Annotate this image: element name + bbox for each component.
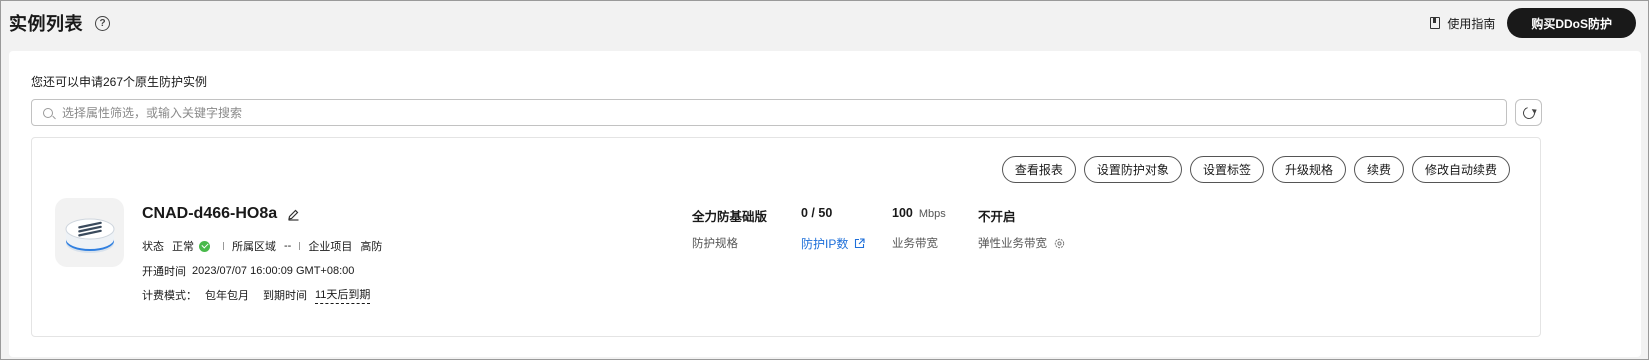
search-placeholder: 选择属性筛选，或输入关键字搜索 bbox=[62, 106, 243, 120]
open-time-label: 开通时间 bbox=[142, 266, 186, 278]
bandwidth-label: 业务带宽 bbox=[892, 238, 938, 250]
spec-label: 防护规格 bbox=[692, 238, 738, 250]
book-icon bbox=[1430, 17, 1441, 29]
view-report-button[interactable]: 查看报表 bbox=[1001, 156, 1076, 183]
status-value: 正常 bbox=[172, 241, 194, 253]
set-tag-button[interactable]: 设置标签 bbox=[1189, 156, 1264, 183]
elastic-bandwidth-value: 不开启 bbox=[978, 210, 1016, 224]
top-bar: 实例列表 ? 使用指南 购买DDoS防护 bbox=[1, 1, 1648, 45]
search-icon bbox=[43, 107, 53, 118]
gear-icon[interactable] bbox=[1054, 238, 1065, 249]
billing-label: 计费模式： bbox=[142, 290, 197, 302]
upgrade-spec-button[interactable]: 升级规格 bbox=[1271, 156, 1346, 183]
bandwidth-unit: Mbps bbox=[918, 208, 946, 220]
elastic-bandwidth-label-wrap: 弹性业务带宽 bbox=[978, 235, 1065, 251]
refresh-button[interactable] bbox=[1515, 99, 1542, 126]
project-label: 企业项目 bbox=[308, 241, 353, 253]
user-guide-label: 使用指南 bbox=[1447, 16, 1496, 31]
set-protected-object-button[interactable]: 设置防护对象 bbox=[1083, 156, 1182, 183]
page-title: 实例列表 bbox=[9, 14, 83, 34]
instance-actions: 查看报表 设置防护对象 设置标签 升级规格 续费 修改自动续费 bbox=[1001, 156, 1510, 183]
external-link-icon bbox=[854, 238, 865, 249]
expire-value[interactable]: 11天后到期 bbox=[315, 286, 371, 304]
expire-label: 到期时间 bbox=[263, 290, 307, 302]
buy-ddos-button[interactable]: 购买DDoS防护 bbox=[1507, 8, 1636, 38]
status-ok-icon bbox=[199, 240, 210, 252]
modify-auto-renew-button[interactable]: 修改自动续费 bbox=[1411, 156, 1510, 183]
instance-thumbnail bbox=[55, 198, 124, 267]
refresh-icon bbox=[1520, 104, 1537, 121]
bandwidth-value: 100 Mbps bbox=[892, 206, 946, 220]
instance-card: 查看报表 设置防护对象 设置标签 升级规格 续费 修改自动续费 CNAD-d46… bbox=[31, 137, 1541, 337]
ip-count-link[interactable]: 防护IP数 bbox=[801, 235, 865, 252]
server-device-icon bbox=[65, 218, 114, 253]
billing-row: 计费模式： 包年包月 到期时间 11天后到期 bbox=[142, 286, 371, 304]
quota-text: 您还可以申请267个原生防护实例 bbox=[31, 75, 208, 89]
instance-name: CNAD-d466-HO8a bbox=[142, 205, 300, 223]
billing-value: 包年包月 bbox=[205, 290, 249, 302]
instance-name-text: CNAD-d466-HO8a bbox=[142, 205, 278, 222]
elastic-bandwidth-label: 弹性业务带宽 bbox=[978, 238, 1047, 250]
instance-meta-row: 状态 正常 所属区域 -- 企业项目 高防 bbox=[142, 238, 382, 254]
help-icon[interactable]: ? bbox=[95, 15, 110, 31]
ip-count-label[interactable]: 防护IP数 bbox=[801, 235, 865, 252]
search-input[interactable]: 选择属性筛选，或输入关键字搜索 bbox=[31, 99, 1507, 126]
user-guide-link[interactable]: 使用指南 bbox=[1430, 15, 1495, 32]
divider bbox=[299, 242, 301, 250]
main-panel: 您还可以申请267个原生防护实例 选择属性筛选，或输入关键字搜索 查看报表 设置… bbox=[9, 51, 1641, 357]
open-time-row: 开通时间 2023/07/07 16:00:09 GMT+08:00 bbox=[142, 263, 354, 279]
bandwidth-number: 100 bbox=[892, 206, 913, 220]
ip-count-label-text: 防护IP数 bbox=[801, 237, 849, 251]
region-label: 所属区域 bbox=[232, 241, 276, 253]
ip-count-value: 0 / 50 bbox=[801, 206, 833, 220]
status-label: 状态 bbox=[142, 241, 164, 253]
renew-button[interactable]: 续费 bbox=[1353, 156, 1404, 183]
edit-icon[interactable] bbox=[287, 208, 300, 221]
top-actions: 使用指南 购买DDoS防护 bbox=[1430, 8, 1640, 38]
region-value: -- bbox=[284, 240, 292, 252]
open-time-value: 2023/07/07 16:00:09 GMT+08:00 bbox=[192, 265, 355, 277]
spec-value: 全力防基础版 bbox=[692, 210, 768, 224]
divider bbox=[223, 242, 224, 250]
project-value[interactable]: 高防 bbox=[360, 238, 382, 254]
